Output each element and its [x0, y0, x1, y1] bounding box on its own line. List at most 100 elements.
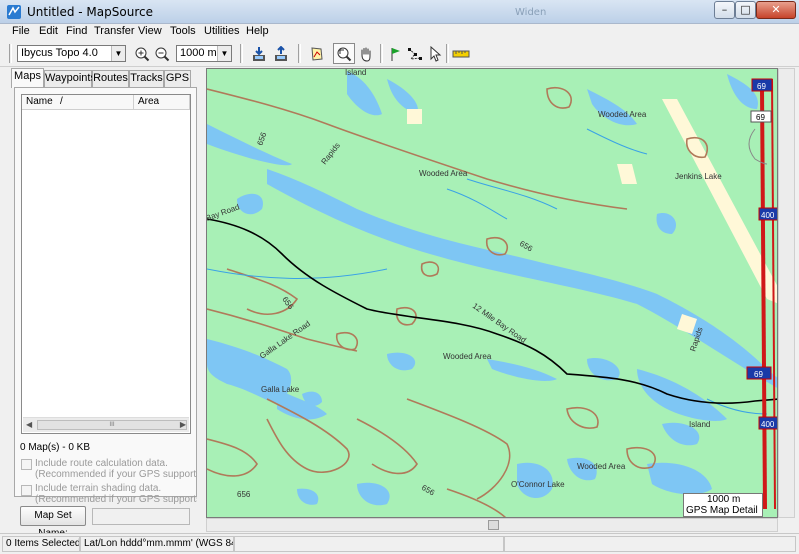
column-name-label: Name	[26, 96, 53, 107]
gps-map-detail-label: GPS Map Detail	[686, 505, 758, 516]
toolbar-grip[interactable]	[240, 44, 243, 63]
maximize-button[interactable]: □	[735, 1, 756, 19]
menu-transfer[interactable]: Transfer	[94, 25, 135, 37]
receive-from-device-icon	[253, 47, 265, 61]
route-data-checkbox[interactable]	[21, 459, 32, 470]
clearing	[407, 109, 422, 124]
left-panel: Maps Waypoints Routes Tracks GPS Name / …	[0, 68, 204, 539]
window-title: Untitled - MapSource	[27, 5, 153, 19]
scrollbar-thumb[interactable]	[488, 520, 499, 530]
zoom-in-button[interactable]	[131, 43, 153, 64]
tab-routes[interactable]: Routes	[92, 70, 129, 87]
waypoint-tool-button[interactable]	[384, 43, 406, 64]
map-view[interactable]: 69 69 400 69 400 Island Wooded Area Wood…	[206, 68, 778, 518]
tab-maps[interactable]: Maps	[11, 68, 44, 88]
map-product-select[interactable]: Ibycus Topo 4.0 ▼	[17, 45, 126, 62]
hand-tool-icon	[361, 47, 371, 62]
selection-tool-icon	[430, 45, 442, 62]
toolbar-grip[interactable]	[380, 44, 383, 63]
title-bar[interactable]: Untitled - MapSource Widen – □ ✕	[0, 0, 799, 24]
label-wooded-area-3: Wooded Area	[443, 352, 492, 361]
receive-from-device-button[interactable]	[248, 43, 270, 64]
scrollbar-thumb[interactable]: III	[37, 420, 187, 430]
hand-tool-button[interactable]	[355, 43, 377, 64]
map-horizontal-scrollbar[interactable]	[206, 518, 778, 532]
scale-value: 1000 m	[707, 494, 741, 505]
label-jenkins-lake: Jenkins Lake	[675, 172, 722, 181]
waypoint-tool-icon	[391, 48, 400, 61]
zoom-tool-button[interactable]	[333, 43, 355, 64]
status-bar: 0 Items Selected Lat/Lon hddd°mm.mmm' (W…	[0, 533, 799, 554]
map-tool-icon	[311, 47, 323, 61]
route-tool-button[interactable]	[404, 43, 426, 64]
sort-indicator: /	[60, 96, 63, 107]
highway-400-label: 400	[761, 211, 775, 220]
toolbar-grip[interactable]	[298, 44, 301, 63]
toolbar-grip[interactable]	[9, 44, 12, 63]
toolbar-grip[interactable]	[446, 44, 449, 63]
chevron-down-icon: ▼	[217, 46, 231, 61]
minimize-button[interactable]: –	[714, 1, 735, 19]
zoom-level-select[interactable]: 1000 m ▼	[176, 45, 232, 62]
zoom-out-button[interactable]	[151, 43, 173, 64]
measure-tool-icon	[452, 50, 470, 58]
close-button[interactable]: ✕	[756, 1, 796, 19]
terrain-data-label: Include terrain shading data.	[35, 483, 162, 494]
column-header-name[interactable]: Name /	[22, 95, 134, 110]
label-wooded-area-1: Wooded Area	[598, 110, 647, 119]
measure-tool-button[interactable]	[450, 43, 472, 64]
map-set-name-field[interactable]	[92, 508, 190, 525]
label-wooded-area-2: Wooded Area	[419, 169, 468, 178]
send-to-device-icon	[275, 45, 287, 61]
route-tool-icon	[408, 48, 422, 60]
map-count: 0 Map(s) - 0 KB	[20, 442, 91, 453]
topo-map[interactable]: 69 69 400 69 400 Island Wooded Area Wood…	[207, 69, 778, 518]
map-list-horizontal-scrollbar[interactable]: ◀ III ▶	[23, 417, 189, 432]
zoom-level-value: 1000 m	[180, 47, 217, 59]
route-data-label: Include route calculation data.	[35, 458, 168, 469]
status-coordinate-format: Lat/Lon hddd°mm.mmm' (WGS 84)	[80, 536, 234, 552]
map-set-name-button[interactable]: Map Set Name:	[20, 506, 86, 539]
toolbar: Ibycus Topo 4.0 ▼ 1000 m ▼	[0, 40, 799, 67]
map-product-value: Ibycus Topo 4.0	[21, 47, 98, 59]
scale-legend: 1000 m GPS Map Detail	[683, 493, 763, 517]
zoom-out-icon	[155, 47, 170, 62]
zoom-in-icon	[135, 47, 150, 62]
scroll-right-icon[interactable]: ▶	[180, 420, 186, 429]
highway-69-mid-label: 69	[754, 370, 763, 379]
highway-400-label-b: 400	[761, 420, 775, 429]
status-pane-4	[504, 536, 796, 552]
label-island-top: Island	[345, 69, 366, 77]
tab-tracks[interactable]: Tracks	[129, 70, 164, 87]
terrain-data-note: (Recommended if your GPS supports terrai…	[35, 494, 197, 505]
menu-bar: File Edit Find Transfer View Tools Utili…	[0, 24, 799, 40]
send-to-device-button[interactable]	[270, 43, 292, 64]
label-contour-656-d: 656	[237, 490, 251, 499]
maps-tab-body: Name / Area ◀ III ▶ 0 Map(s) - 0 KB Incl…	[14, 87, 197, 505]
menu-tools[interactable]: Tools	[170, 25, 196, 37]
status-selection: 0 Items Selected	[2, 536, 80, 552]
tab-gps[interactable]: GPS	[164, 70, 191, 87]
route-data-note: (Recommended if your GPS supports auto-r…	[35, 469, 197, 480]
menu-find[interactable]: Find	[66, 25, 87, 37]
map-list[interactable]: Name / Area ◀ III ▶	[21, 94, 191, 434]
background-window-title: Widen	[515, 7, 547, 18]
label-island: Island	[689, 420, 710, 429]
map-vertical-scrollbar[interactable]	[778, 68, 795, 518]
menu-file[interactable]: File	[12, 25, 30, 37]
menu-edit[interactable]: Edit	[39, 25, 58, 37]
column-header-area[interactable]: Area	[134, 95, 190, 110]
menu-utilities[interactable]: Utilities	[204, 25, 239, 37]
tab-waypoints[interactable]: Waypoints	[44, 70, 96, 87]
map-tool-button[interactable]	[306, 43, 328, 64]
status-pane-3	[234, 536, 504, 552]
menu-view[interactable]: View	[138, 25, 162, 37]
chevron-down-icon: ▼	[111, 46, 125, 61]
label-oconnor-lake: O'Connor Lake	[511, 480, 565, 489]
highway-69-label: 69	[757, 82, 766, 91]
scroll-left-icon[interactable]: ◀	[26, 420, 32, 429]
mapsource-window: Untitled - MapSource Widen – □ ✕ File Ed…	[0, 0, 799, 554]
terrain-data-checkbox[interactable]	[21, 485, 32, 496]
menu-help[interactable]: Help	[246, 25, 269, 37]
selection-tool-button[interactable]	[424, 43, 446, 64]
